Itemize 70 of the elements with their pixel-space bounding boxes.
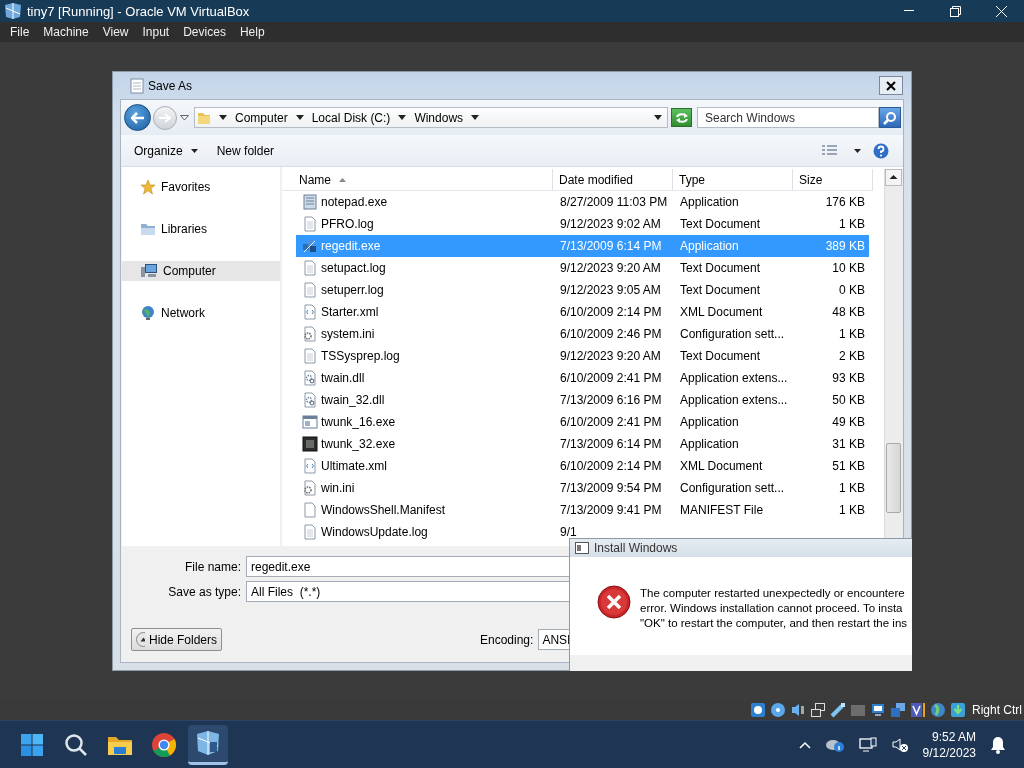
file-name: Ultimate.xml: [321, 459, 387, 473]
date-cell-text: 9/1: [559, 525, 578, 539]
size-cell-text: 48 KB: [831, 305, 866, 319]
size-cell-text: 1 KB: [838, 481, 866, 495]
type-cell-text: Application extens...: [679, 371, 789, 385]
file-name: WindowsUpdate.log: [321, 525, 428, 539]
type-cell-text: Application: [679, 239, 740, 253]
type-cell-text: XML Document: [679, 459, 764, 473]
date-cell-text: 8/27/2009 11:03 PM: [559, 195, 669, 209]
date-cell-text: 9/12/2023 9:20 AM: [559, 261, 662, 275]
file-name: setuperr.log: [321, 283, 384, 297]
file-name: PFRO.log: [321, 217, 374, 231]
date-cell-text: 6/10/2009 2:46 PM: [559, 327, 663, 341]
size-cell-text: 0 KB: [838, 283, 866, 297]
window-title: tiny7 [Running] - Oracle VM VirtualBox: [27, 3, 250, 19]
file-name: system.ini: [321, 327, 375, 341]
size-cell-text: 1 KB: [838, 327, 866, 341]
date-cell-text: 6/10/2009 2:41 PM: [559, 371, 663, 385]
type-cell-text: Configuration sett...: [679, 481, 786, 495]
size-cell-text: 31 KB: [831, 437, 866, 451]
size-cell-text: 10 KB: [831, 261, 866, 275]
date-cell-text: 7/13/2009 6:14 PM: [559, 437, 663, 451]
date-cell-text: 7/13/2009 9:41 PM: [559, 503, 663, 517]
file-name: twain_32.dll: [321, 393, 385, 407]
size-cell-text: 49 KB: [831, 415, 866, 429]
size-cell-text: 51 KB: [831, 459, 866, 473]
date-cell-text: 6/10/2009 2:41 PM: [559, 415, 663, 429]
type-cell-text: Text Document: [679, 283, 762, 297]
field-label: Encoding:: [480, 632, 534, 647]
file-name: notepad.exe: [321, 195, 388, 209]
file-name: TSSysprep.log: [321, 349, 400, 363]
date-cell-text: 7/13/2009 9:54 PM: [559, 481, 663, 495]
date-cell-text: 7/13/2009 6:14 PM: [559, 239, 663, 253]
size-cell-text: 2 KB: [838, 349, 866, 363]
size-cell-text: 1 KB: [838, 217, 866, 231]
size-cell-text: 389 KB: [824, 239, 866, 253]
file-name: WindowsShell.Manifest: [321, 503, 446, 517]
type-cell-text: Text Document: [679, 349, 762, 363]
type-cell-text: Configuration sett...: [679, 327, 786, 341]
date-cell-text: 9/12/2023 9:20 AM: [559, 349, 662, 363]
type-cell-text: Application: [679, 437, 740, 451]
type-cell-text: Text Document: [679, 261, 762, 275]
size-cell-text: 1 KB: [838, 503, 866, 517]
date-cell-text: 9/12/2023 9:02 AM: [559, 217, 662, 231]
file-name: regedit.exe: [321, 239, 381, 253]
type-cell-text: Text Document: [679, 217, 762, 231]
date-cell-text: 6/10/2009 2:14 PM: [559, 459, 663, 473]
type-cell-text: MANIFEST File: [679, 503, 765, 517]
type-cell-text: Application: [679, 415, 740, 429]
date-cell-text: 6/10/2009 2:14 PM: [559, 305, 663, 319]
size-cell-text: 50 KB: [831, 393, 866, 407]
size-cell-text: 176 KB: [824, 195, 866, 209]
file-name: Starter.xml: [321, 305, 379, 319]
dialog-title: Install Windows: [594, 541, 678, 555]
date-cell-text: 9/12/2023 9:05 AM: [559, 283, 662, 297]
field-label: Save as type:: [167, 584, 242, 599]
host-key-label: Right Ctrl: [972, 703, 1022, 717]
type-cell-text: Application: [679, 195, 740, 209]
size-cell-text: 93 KB: [831, 371, 866, 385]
error-message: The computer restarted unexpectedly or encountere error. Windows installation cannot proceed. To insta "OK" to restart the computer, and then restart the ins: [640, 586, 908, 631]
file-name: twunk_16.exe: [321, 415, 396, 429]
file-name: win.ini: [321, 481, 355, 495]
file-name: twunk_32.exe: [321, 437, 396, 451]
dialog-title: Save As: [148, 78, 193, 93]
file-name: setupact.log: [321, 261, 386, 275]
type-cell-text: Application extens...: [679, 393, 789, 407]
type-cell-text: XML Document: [679, 305, 764, 319]
date-cell-text: 7/13/2009 6:16 PM: [559, 393, 663, 407]
file-name: twain.dll: [321, 371, 365, 385]
field-label: File name:: [183, 559, 242, 574]
